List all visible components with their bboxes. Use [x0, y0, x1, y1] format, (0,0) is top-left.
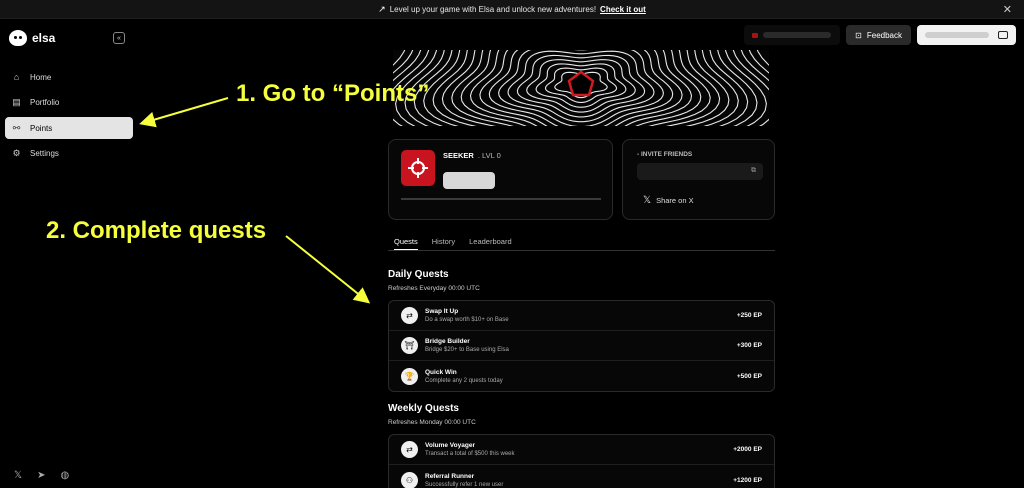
annotation-arrows [139, 97, 371, 304]
arrow-to-points [139, 97, 229, 128]
arrow-to-quests [285, 235, 371, 304]
